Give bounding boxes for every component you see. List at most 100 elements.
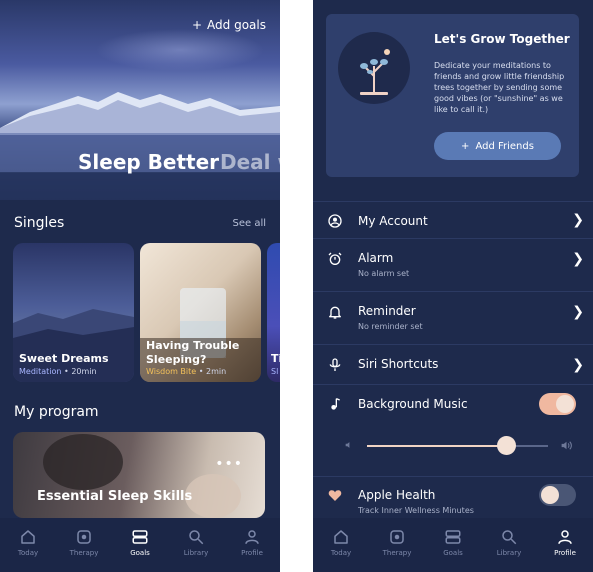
- plus-icon: +: [191, 18, 203, 32]
- therapy-icon: [77, 530, 91, 544]
- setting-sublabel: Track Inner Wellness Minutes: [358, 506, 474, 515]
- setting-label: My Account: [358, 214, 428, 228]
- single-meta: Meditation • 20min: [19, 367, 97, 376]
- singles-heading: Singles: [14, 215, 65, 231]
- search-icon: [189, 530, 204, 545]
- program-card[interactable]: ••• Essential Sleep Skills: [13, 432, 265, 518]
- goals-icon: [445, 530, 461, 544]
- tab-profile[interactable]: Profile: [224, 518, 280, 572]
- single-meta: Wisdom Bite • 2min: [146, 367, 227, 376]
- single-title: Ti: [271, 352, 280, 365]
- tab-bar: Today Therapy Goals Library Profile: [313, 518, 593, 572]
- tab-label: Today: [330, 549, 352, 557]
- tab-profile[interactable]: Profile: [537, 518, 593, 572]
- search-icon: [502, 530, 517, 545]
- chevron-right-icon: ❯: [572, 304, 584, 320]
- toggle-knob: [556, 395, 574, 413]
- setting-label: Background Music: [358, 397, 468, 411]
- tab-therapy[interactable]: Therapy: [56, 518, 112, 572]
- tab-label: Library: [496, 549, 522, 557]
- heart-icon: [328, 490, 342, 501]
- chevron-right-icon: ❯: [572, 251, 584, 267]
- tab-label: Today: [17, 549, 39, 557]
- tab-today[interactable]: Today: [0, 518, 56, 572]
- single-category: Wisdom Bite: [146, 367, 197, 376]
- single-duration: 20min: [71, 367, 97, 376]
- microphone-icon: [329, 358, 341, 371]
- invite-title: Let's Grow Together: [434, 32, 570, 46]
- tab-label: Goals: [130, 549, 150, 557]
- single-card-sweet-dreams[interactable]: Sweet Dreams Meditation • 20min: [13, 243, 134, 382]
- tab-label: Library: [183, 549, 209, 557]
- program-card-title: Essential Sleep Skills: [37, 489, 193, 504]
- more-options-icon[interactable]: •••: [215, 456, 243, 472]
- tree-icon: [360, 49, 390, 95]
- tab-label: Goals: [443, 549, 463, 557]
- settings-row-background-music: Background Music: [313, 385, 593, 477]
- tab-library[interactable]: Library: [481, 518, 537, 572]
- single-title: Sweet Dreams: [19, 352, 109, 365]
- toggle-knob: [541, 486, 559, 504]
- setting-label: Siri Shortcuts: [358, 357, 439, 371]
- goals-icon: [132, 530, 148, 544]
- setting-label: Alarm: [358, 251, 394, 265]
- hero-title: Sleep Better: [78, 150, 220, 174]
- music-note-icon: [331, 398, 340, 410]
- profile-screen: Let's Grow Together Dedicate your medita…: [313, 0, 593, 572]
- tab-label: Therapy: [382, 549, 412, 557]
- hero-title-next[interactable]: Deal w: [220, 150, 280, 174]
- tab-goals[interactable]: Goals: [425, 518, 481, 572]
- tab-label: Profile: [554, 549, 576, 557]
- setting-sublabel: No reminder set: [358, 322, 423, 331]
- setting-label: Reminder: [358, 304, 416, 318]
- add-friends-label: Add Friends: [475, 140, 534, 152]
- setting-sublabel: No alarm set: [358, 269, 410, 278]
- hero-banner[interactable]: + Add goals Sleep Better Deal w: [0, 0, 280, 200]
- single-category: Sl: [271, 367, 279, 376]
- single-category: Meditation: [19, 367, 62, 376]
- see-all-link[interactable]: See all: [232, 218, 266, 229]
- goals-screen: + Add goals Sleep Better Deal w Singles …: [0, 0, 280, 572]
- tab-today[interactable]: Today: [313, 518, 369, 572]
- account-icon: [328, 214, 342, 228]
- tab-bar: Today Therapy Goals Library Profile: [0, 518, 280, 572]
- alarm-icon: [328, 252, 342, 265]
- tab-label: Therapy: [69, 549, 99, 557]
- chevron-right-icon: ❯: [572, 357, 584, 373]
- volume-slider-fill: [367, 445, 507, 447]
- therapy-icon: [390, 530, 404, 544]
- tab-library[interactable]: Library: [168, 518, 224, 572]
- single-title: Having Trouble Sleeping?: [146, 339, 240, 366]
- add-goals-label: Add goals: [207, 18, 266, 32]
- apple-health-toggle[interactable]: [539, 484, 576, 506]
- single-card-partial[interactable]: Ti Sl: [267, 243, 280, 382]
- settings-row-reminder[interactable]: Reminder No reminder set ❯: [313, 292, 593, 345]
- volume-slider[interactable]: [367, 436, 548, 455]
- settings-row-alarm[interactable]: Alarm No alarm set ❯: [313, 239, 593, 292]
- setting-label: Apple Health: [358, 488, 436, 502]
- house-icon: [334, 530, 348, 544]
- background-music-toggle[interactable]: [539, 393, 576, 415]
- add-goals-button[interactable]: + Add goals: [192, 18, 266, 32]
- my-program-heading: My program: [14, 404, 99, 420]
- house-icon: [21, 530, 35, 544]
- invite-friends-card: Let's Grow Together Dedicate your medita…: [326, 14, 579, 177]
- friendship-tree-illustration: [338, 32, 410, 104]
- bell-icon: [329, 306, 341, 319]
- settings-row-siri-shortcuts[interactable]: Siri Shortcuts ❯: [313, 345, 593, 385]
- sleeping-person-image: [43, 434, 241, 518]
- single-card-having-trouble-sleeping[interactable]: Having Trouble Sleeping? Wisdom Bite • 2…: [140, 243, 261, 382]
- tab-goals[interactable]: Goals: [112, 518, 168, 572]
- invite-description: Dedicate your meditations to friends and…: [434, 61, 565, 114]
- plus-icon: +: [461, 140, 470, 152]
- volume-slider-thumb[interactable]: [496, 436, 516, 455]
- person-icon: [558, 530, 572, 544]
- chevron-right-icon: ❯: [572, 212, 584, 228]
- volume-high-icon: [561, 441, 572, 450]
- add-friends-button[interactable]: + Add Friends: [434, 132, 561, 160]
- volume-low-icon: [345, 442, 350, 448]
- tab-label: Profile: [241, 549, 263, 557]
- settings-row-my-account[interactable]: My Account ❯: [313, 201, 593, 239]
- tab-therapy[interactable]: Therapy: [369, 518, 425, 572]
- person-icon: [245, 530, 259, 544]
